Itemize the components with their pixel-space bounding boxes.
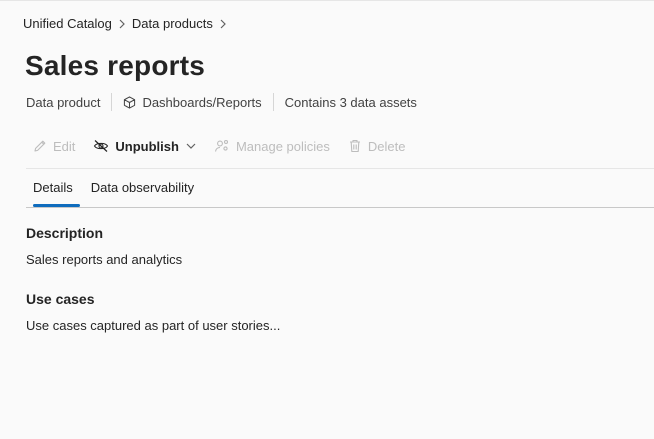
chevron-down-icon <box>186 142 196 150</box>
meta-type: Data product <box>26 94 101 110</box>
cube-icon <box>123 95 136 109</box>
top-divider <box>0 0 654 1</box>
tab-details-label: Details <box>33 180 73 195</box>
edit-button[interactable]: Edit <box>33 139 75 154</box>
tab-list: Details Data observability <box>26 169 205 207</box>
page-title: Sales reports <box>25 50 206 81</box>
unpublish-button[interactable]: Unpublish <box>93 139 196 154</box>
use-cases-text: Use cases captured as part of user stori… <box>26 318 281 333</box>
breadcrumb: Unified Catalog Data products <box>23 16 233 31</box>
manage-policies-label: Manage policies <box>235 138 330 154</box>
tab-details[interactable]: Details <box>26 169 80 207</box>
trash-icon <box>348 139 362 153</box>
delete-label: Delete <box>367 138 406 154</box>
metadata-row: Data product Dashboards/Reports Contains… <box>26 92 417 112</box>
pencil-icon <box>33 139 47 153</box>
tab-data-observability[interactable]: Data observability <box>84 169 201 207</box>
chevron-right-icon <box>215 19 231 29</box>
divider <box>111 93 113 111</box>
people-settings-icon <box>214 139 230 153</box>
edit-label: Edit <box>53 138 76 154</box>
meta-assets-count: Contains 3 data assets <box>284 94 417 110</box>
meta-category: Dashboards/Reports <box>142 94 262 110</box>
description-heading: Description <box>26 225 104 241</box>
use-cases-heading: Use cases <box>26 291 95 307</box>
breadcrumb-item-data-products[interactable]: Data products <box>132 16 213 31</box>
description-text: Sales reports and analytics <box>26 252 183 267</box>
tab-data-observability-label: Data observability <box>90 180 195 195</box>
delete-button[interactable]: Delete <box>348 138 406 154</box>
chevron-right-icon <box>114 19 130 29</box>
manage-policies-button[interactable]: Manage policies <box>214 139 330 154</box>
tabs-divider <box>26 207 654 208</box>
divider <box>272 93 274 111</box>
breadcrumb-item-unified-catalog[interactable]: Unified Catalog <box>23 16 112 31</box>
unpublish-label: Unpublish <box>115 138 179 154</box>
eye-off-icon <box>93 139 109 153</box>
toolbar: Edit Unpublish Manage policies Delete <box>33 136 423 156</box>
